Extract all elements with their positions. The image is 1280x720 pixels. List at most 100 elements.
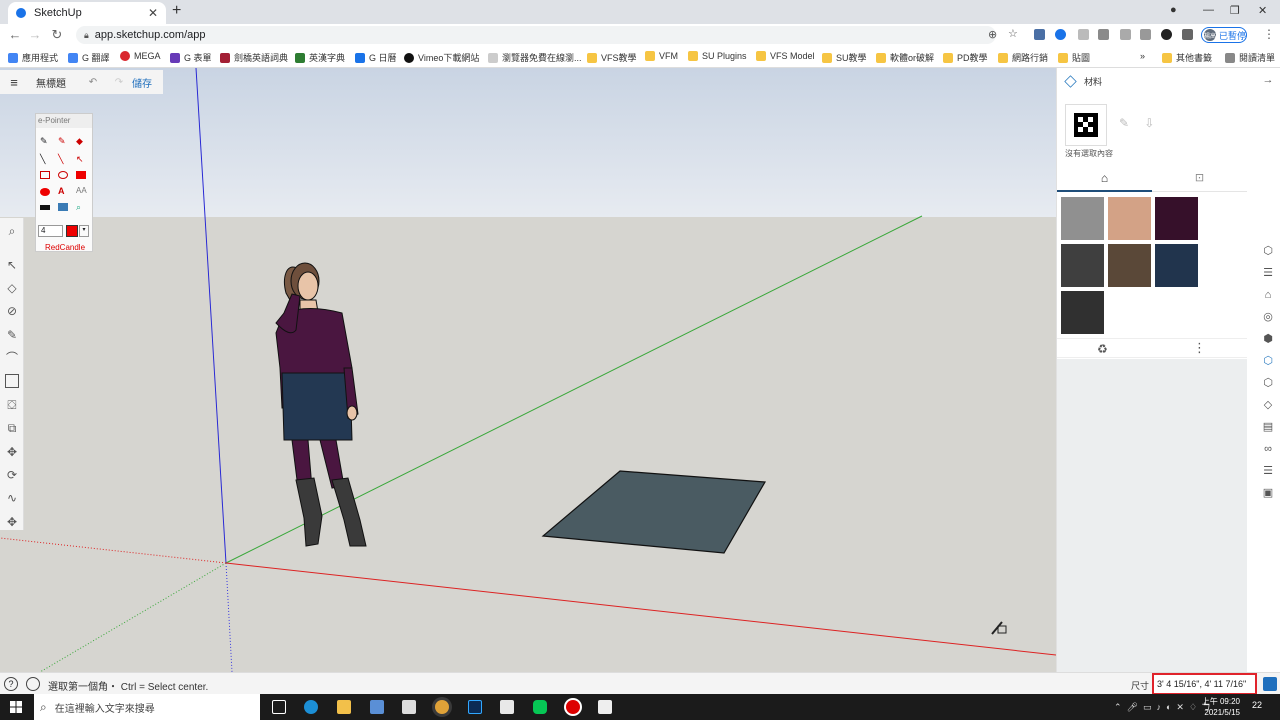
profile-menu-icon[interactable]: ● [1170,4,1177,16]
tab-search[interactable]: ⊡ [1152,166,1247,192]
notification-badge[interactable]: 22 [1252,700,1262,710]
solid-tools-icon[interactable]: ⬡ [1262,377,1274,389]
color-dropdown-icon[interactable]: ▾ [79,225,89,237]
hamburger-menu-icon[interactable]: ≡ [0,75,28,90]
recycle-icon[interactable]: ♻ [1097,342,1108,356]
more-options-icon[interactable]: ⋮ [1193,340,1206,356]
material-swatch[interactable] [1155,197,1198,240]
globe-icon[interactable] [26,677,40,691]
photoshop-icon[interactable] [468,700,482,714]
close-tab-icon[interactable]: ✕ [148,6,158,20]
components-icon[interactable]: ◎ [1262,311,1274,323]
instructor-icon[interactable]: ⌂ [1262,289,1274,301]
download-material-icon[interactable]: ⇩ [1144,116,1154,130]
extension-icon[interactable] [1120,29,1131,40]
rect-filled-icon[interactable] [76,171,86,179]
modeling-viewport[interactable] [0,68,1056,672]
bookmark-folder[interactable]: 軟體or破解 [876,51,934,64]
maximize-button[interactable]: ❐ [1230,4,1240,17]
red-line-icon[interactable]: ╲ [58,154,68,164]
taskbar-search-input[interactable]: ⌕ 在這裡輸入文字來搜尋 [34,694,260,720]
line-icon[interactable]: ╲ [40,154,50,164]
pen-icon[interactable]: ✎ [40,136,50,146]
extension-icon[interactable] [1140,29,1151,40]
styles-icon[interactable]: ⬢ [1262,333,1274,345]
bookmark-folder[interactable]: VFM [645,51,678,61]
close-window-button[interactable]: ✕ [1258,4,1267,17]
camera-icon[interactable]: ▣ [1262,487,1274,499]
ellipse-outline-icon[interactable] [58,171,68,179]
forward-arrow-icon[interactable]: → [24,27,46,42]
display-icon[interactable]: ∞ [1262,443,1274,455]
reading-list-button[interactable]: 閱讀清單 [1225,51,1275,64]
save-button[interactable]: 儲存 [132,75,152,90]
browser-tab[interactable]: SketchUp ✕ [8,2,166,24]
extension-icon[interactable] [1055,29,1066,40]
bookmark-folder[interactable]: SU Plugins [688,51,747,61]
bookmark-folder[interactable]: 其他書籤 [1162,51,1212,64]
color-swatch[interactable] [66,225,78,237]
material-swatch[interactable] [1061,291,1104,334]
material-swatch[interactable] [1061,244,1104,287]
bookmark-item[interactable]: MEGA [120,51,161,61]
task-view-icon[interactable] [272,700,286,714]
bookmark-item[interactable]: 英漢字典 [295,51,345,64]
push-pull-icon[interactable]: ⧉ [5,421,19,435]
shadows-icon[interactable]: ☰ [1262,465,1274,477]
windows-start-icon[interactable] [10,701,22,713]
photos-icon[interactable] [598,700,612,714]
material-swatch[interactable] [1155,244,1198,287]
extension-icon[interactable] [1161,29,1172,40]
profile-button[interactable]: 楊高 已暫停 [1201,27,1247,43]
collapse-arrow-icon[interactable]: → [1262,74,1274,86]
search-icon[interactable]: ⌕ [5,224,19,238]
rect-outline-icon[interactable] [40,171,50,179]
tag-icon[interactable]: ⊘ [5,304,19,318]
material-swatch[interactable] [1061,197,1104,240]
tape-measure-icon[interactable]: ∿ [5,491,19,505]
extension-icon[interactable] [1098,29,1109,40]
zoom-icon[interactable]: ⌕ [76,202,86,212]
arrow-icon[interactable]: ↖ [76,154,86,164]
pencil-line-icon[interactable]: ✎ [5,328,19,342]
tab-home[interactable]: ⌂ [1057,166,1152,192]
paint-bucket-icon[interactable]: ⛋ [5,398,19,412]
bookmark-folder[interactable]: PD教學 [943,51,988,64]
record-icon[interactable] [566,700,580,714]
outliner-icon[interactable]: ☰ [1262,267,1274,279]
taskbar-clock[interactable]: 上午 09:20 2021/5/15 [1194,696,1240,718]
rotate-icon[interactable]: ⟳ [5,468,19,482]
extension-icon[interactable] [1034,29,1045,40]
screenshot-icon[interactable] [58,203,68,211]
redo-icon[interactable]: ↷ [106,77,132,88]
bookmark-star-icon[interactable]: ☆ [1008,27,1018,40]
bookmark-folder[interactable]: SU教學 [822,51,867,64]
chrome-menu-icon[interactable]: ⋮ [1263,27,1275,41]
rectangle-icon[interactable] [5,374,19,388]
materials-icon[interactable]: ⬡ [1262,355,1274,367]
black-bar-icon[interactable] [40,205,50,210]
entity-info-icon[interactable]: ⬡ [1262,245,1274,257]
file-explorer-icon[interactable] [337,700,351,714]
font-icon[interactable]: AA [76,186,87,195]
person-figure[interactable] [275,262,367,547]
tags-icon[interactable]: ◇ [1262,399,1274,411]
drawn-rectangle[interactable] [541,470,766,554]
bookmark-item[interactable]: G 翻譯 [68,51,110,64]
material-swatch[interactable] [1108,197,1151,240]
store-icon[interactable] [370,700,384,714]
new-tab-button[interactable]: + [172,2,181,20]
scene-canvas[interactable] [0,68,1056,672]
scenes-icon[interactable]: ▤ [1262,421,1274,433]
bookmark-item[interactable]: 瀏覽器免費在線瀏... [488,51,582,64]
bookmark-folder[interactable]: VFS Model [756,51,815,61]
reload-icon[interactable]: ↻ [46,27,68,43]
undo-icon[interactable]: ↶ [80,77,106,88]
text-icon[interactable]: A [58,186,68,196]
material-swatch[interactable] [1108,244,1151,287]
select-arrow-icon[interactable]: ↖ [5,258,19,272]
help-icon[interactable]: ? [4,677,18,691]
ellipse-filled-icon[interactable] [40,188,50,196]
more-bookmarks-button[interactable]: » [1140,51,1145,61]
orbit-icon[interactable]: ✥ [5,515,19,529]
